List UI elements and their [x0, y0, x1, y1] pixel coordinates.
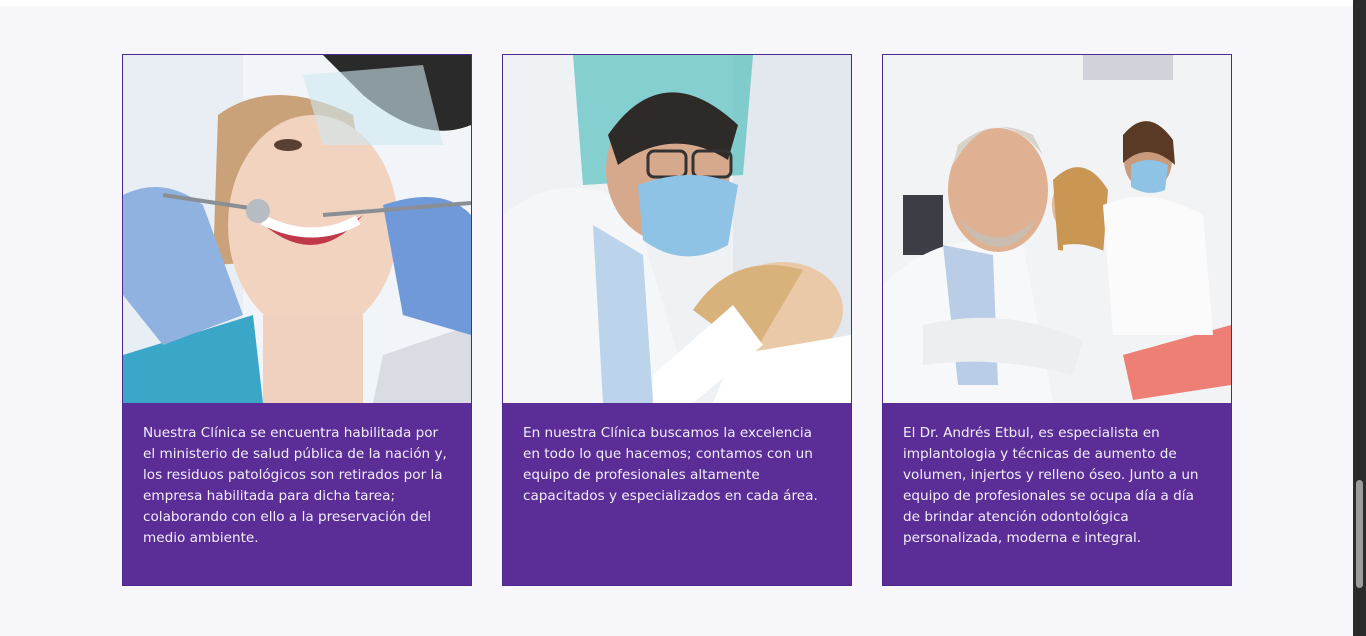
feature-card-2-text: En nuestra Clínica buscamos la excelenci…: [523, 425, 818, 504]
masked-dentist-treating-patient-photo: [503, 55, 851, 403]
feature-card-1: Nuestra Clínica se encuentra habilitada …: [122, 54, 472, 586]
feature-card-3-text: El Dr. Andrés Etbul, es especialista en …: [903, 425, 1199, 546]
page: Nuestra Clínica se encuentra habilitada …: [0, 0, 1366, 636]
scrollbar-thumb[interactable]: [1356, 480, 1363, 588]
vertical-scrollbar[interactable]: [1353, 0, 1366, 636]
feature-card-2: En nuestra Clínica buscamos la excelenci…: [502, 54, 852, 586]
feature-card-3: El Dr. Andrés Etbul, es especialista en …: [882, 54, 1232, 586]
dentist-examining-smiling-woman-photo: [123, 55, 471, 403]
doctor-and-assistant-with-patient-photo: [883, 55, 1231, 403]
feature-card-1-text: Nuestra Clínica se encuentra habilitada …: [143, 425, 447, 546]
